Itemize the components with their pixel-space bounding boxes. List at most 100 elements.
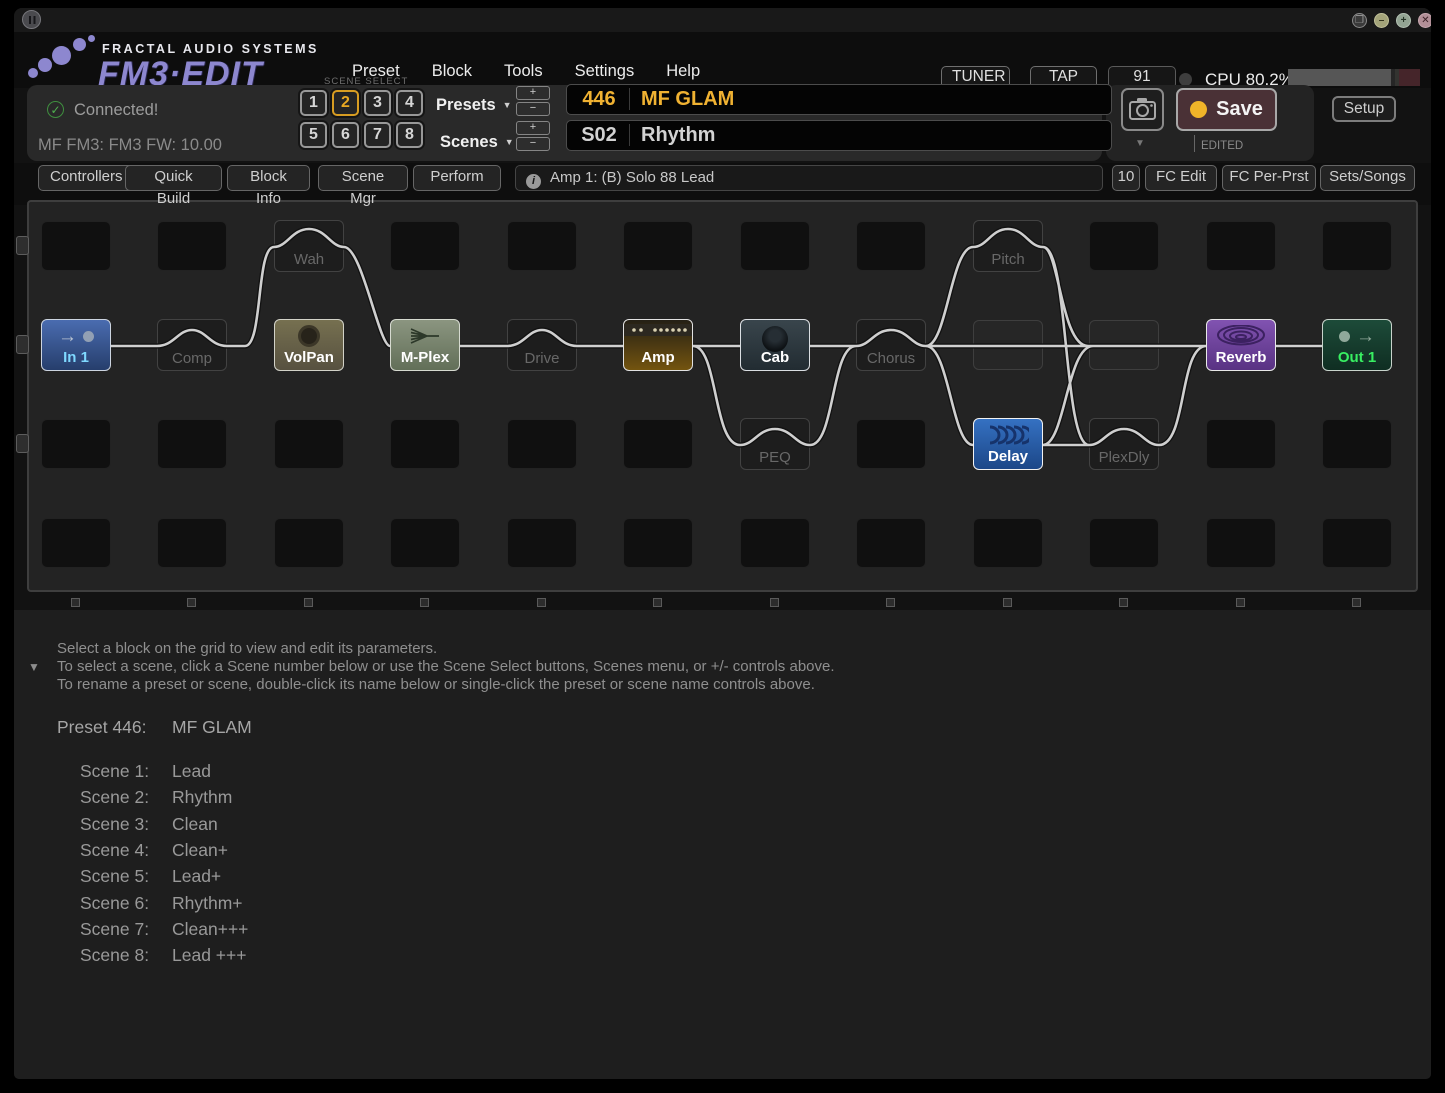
grid-empty-slot[interactable] xyxy=(274,518,344,568)
save-button[interactable]: Save xyxy=(1176,88,1277,131)
preset-increment-button[interactable]: + xyxy=(516,86,550,100)
grid-empty-slot[interactable] xyxy=(856,221,926,271)
tab-perform[interactable]: Perform xyxy=(413,165,501,191)
collapse-panel-icon[interactable]: ▼ xyxy=(28,660,40,674)
footer-scene-name[interactable]: Rhythm xyxy=(172,787,412,808)
scene-select-4[interactable]: 4 xyxy=(396,90,423,116)
footer-scene-row[interactable]: Scene 7:Clean+++ xyxy=(80,919,149,940)
grid-empty-slot[interactable] xyxy=(856,518,926,568)
grid-column-marker[interactable] xyxy=(886,598,895,607)
tab-sets-songs[interactable]: Sets/Songs xyxy=(1320,165,1415,191)
block-out-1[interactable]: →Out 1 xyxy=(1322,319,1392,371)
grid-empty-slot[interactable] xyxy=(973,518,1043,568)
grid-empty-slot[interactable] xyxy=(274,419,344,469)
scene-select-6[interactable]: 6 xyxy=(332,122,359,148)
grid-empty-slot[interactable] xyxy=(1089,221,1159,271)
menu-block[interactable]: Block xyxy=(432,62,472,81)
scene-number[interactable]: S02 xyxy=(575,124,623,147)
preset-number[interactable]: 446 xyxy=(575,88,623,111)
block-peq[interactable]: PEQ xyxy=(740,418,810,470)
window-menu-icon[interactable] xyxy=(22,10,41,29)
grid-empty-slot[interactable] xyxy=(1322,221,1392,271)
grid-column-marker[interactable] xyxy=(537,598,546,607)
grid-column-marker[interactable] xyxy=(304,598,313,607)
tab-10[interactable]: 10 xyxy=(1112,165,1140,191)
presets-dropdown[interactable]: Presets xyxy=(436,96,512,115)
scene-select-1[interactable]: 1 xyxy=(300,90,327,116)
footer-scene-name[interactable]: Lead xyxy=(172,761,412,782)
grid-empty-slot[interactable] xyxy=(856,419,926,469)
scene-select-5[interactable]: 5 xyxy=(300,122,327,148)
maximize-window-icon[interactable]: + xyxy=(1396,13,1411,28)
grid-empty-slot[interactable] xyxy=(157,221,227,271)
preset-decrement-button[interactable]: − xyxy=(516,102,550,116)
grid-empty-slot[interactable] xyxy=(41,419,111,469)
preset-display[interactable]: 446 MF GLAM xyxy=(566,84,1112,115)
grid-empty-slot[interactable] xyxy=(740,518,810,568)
menu-help[interactable]: Help xyxy=(666,62,700,81)
scene-name[interactable]: Rhythm xyxy=(641,124,715,147)
grid-empty-slot[interactable] xyxy=(1206,518,1276,568)
scene-display[interactable]: S02 Rhythm xyxy=(566,120,1112,151)
block-m-plex[interactable]: M-Plex xyxy=(390,319,460,371)
grid-empty-slot[interactable] xyxy=(157,419,227,469)
footer-scene-row[interactable]: Scene 6:Rhythm+ xyxy=(80,893,149,914)
setup-button[interactable]: Setup xyxy=(1332,96,1396,122)
footer-scene-name[interactable]: Clean+++ xyxy=(172,919,412,940)
snapshot-camera-button[interactable] xyxy=(1121,88,1164,131)
close-window-icon[interactable]: ✕ xyxy=(1418,13,1431,28)
grid-empty-slot[interactable] xyxy=(623,419,693,469)
grid-column-marker[interactable] xyxy=(770,598,779,607)
block-amp[interactable]: Amp xyxy=(623,319,693,371)
footer-scene-name[interactable]: Clean xyxy=(172,814,412,835)
menu-settings[interactable]: Settings xyxy=(575,62,635,81)
tab-fc-per-prst[interactable]: FC Per-Prst xyxy=(1222,165,1316,191)
scene-decrement-button[interactable]: − xyxy=(516,137,550,151)
block-volpan[interactable]: VolPan xyxy=(274,319,344,371)
scene-select-8[interactable]: 8 xyxy=(396,122,423,148)
camera-dropdown-icon[interactable]: ▼ xyxy=(1135,138,1145,149)
scene-increment-button[interactable]: + xyxy=(516,121,550,135)
block-delay[interactable]: Delay xyxy=(973,418,1043,470)
minimize-window-icon[interactable]: – xyxy=(1374,13,1389,28)
grid-column-marker[interactable] xyxy=(1003,598,1012,607)
block-comp[interactable]: Comp xyxy=(157,319,227,371)
block-drive[interactable]: Drive xyxy=(507,319,577,371)
footer-scene-row[interactable]: Scene 5:Lead+ xyxy=(80,866,149,887)
block-chorus[interactable]: Chorus xyxy=(856,319,926,371)
footer-scene-name[interactable]: Rhythm+ xyxy=(172,893,412,914)
block-in-1[interactable]: →In 1 xyxy=(41,319,111,371)
footer-scene-name[interactable]: Lead +++ xyxy=(172,945,412,966)
grid-empty-slot[interactable] xyxy=(623,221,693,271)
tab-quick-build[interactable]: Quick Build xyxy=(125,165,222,191)
footer-scene-row[interactable]: Scene 4:Clean+ xyxy=(80,840,149,861)
grid-shunt-slot[interactable] xyxy=(1089,320,1159,370)
grid-empty-slot[interactable] xyxy=(1206,419,1276,469)
grid-row-connector[interactable] xyxy=(16,236,29,255)
footer-scene-row[interactable]: Scene 2:Rhythm xyxy=(80,787,149,808)
restore-window-icon[interactable]: ❐ xyxy=(1352,13,1367,28)
grid-column-marker[interactable] xyxy=(1352,598,1361,607)
tab-fc-edit[interactable]: FC Edit xyxy=(1145,165,1217,191)
grid-empty-slot[interactable] xyxy=(390,221,460,271)
scenes-dropdown[interactable]: Scenes xyxy=(440,133,514,152)
grid-empty-slot[interactable] xyxy=(623,518,693,568)
block-wah[interactable]: Wah xyxy=(274,220,344,272)
grid-empty-slot[interactable] xyxy=(390,518,460,568)
grid-empty-slot[interactable] xyxy=(507,518,577,568)
grid-shunt-slot[interactable] xyxy=(973,320,1043,370)
footer-preset-name[interactable]: MF GLAM xyxy=(172,717,372,738)
grid-column-marker[interactable] xyxy=(71,598,80,607)
grid-row-connector[interactable] xyxy=(16,335,29,354)
block-pitch[interactable]: Pitch xyxy=(973,220,1043,272)
scene-select-3[interactable]: 3 xyxy=(364,90,391,116)
block-reverb[interactable]: Reverb xyxy=(1206,319,1276,371)
footer-scene-name[interactable]: Lead+ xyxy=(172,866,412,887)
grid-empty-slot[interactable] xyxy=(41,221,111,271)
footer-preset-line[interactable]: Preset 446: MF GLAM xyxy=(57,717,147,738)
grid-empty-slot[interactable] xyxy=(507,221,577,271)
tab-block-info[interactable]: Block Info xyxy=(227,165,310,191)
scene-select-2[interactable]: 2 xyxy=(332,90,359,116)
footer-scene-row[interactable]: Scene 8:Lead +++ xyxy=(80,945,149,966)
grid-empty-slot[interactable] xyxy=(740,221,810,271)
